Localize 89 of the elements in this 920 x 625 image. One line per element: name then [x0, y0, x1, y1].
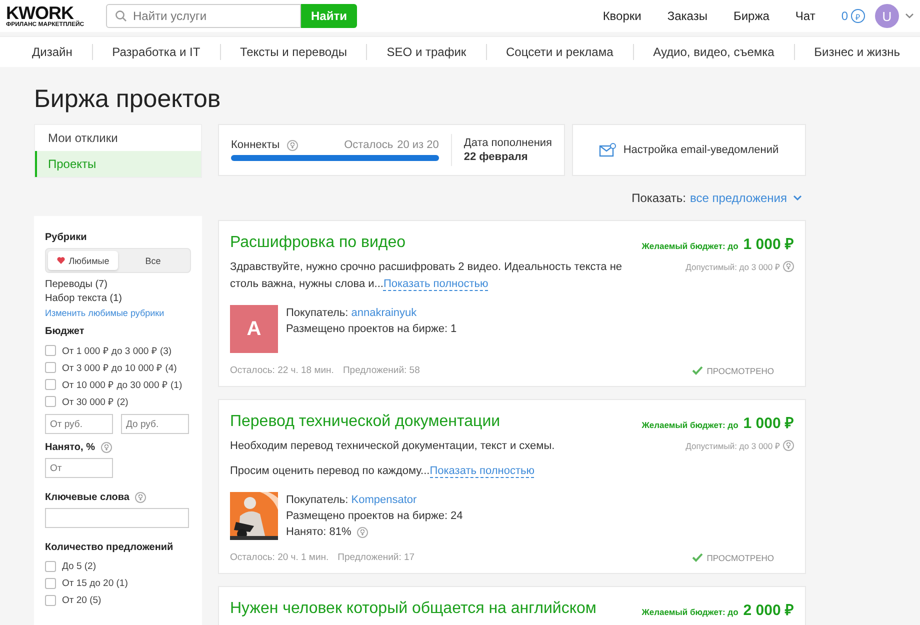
heart-icon — [56, 257, 65, 264]
budget-label: Желаемый бюджет: до — [642, 241, 738, 251]
show-more-link[interactable]: Показать полностью — [383, 278, 488, 291]
category-link[interactable]: Разработка и IT — [112, 45, 200, 59]
checkbox-label: До 5 (2) — [62, 561, 96, 572]
input-field[interactable]: До руб. — [121, 414, 189, 434]
show-more-link[interactable]: Показать полностью — [430, 465, 534, 478]
budget-value: 1 000 ₽ — [743, 414, 794, 432]
checkbox[interactable] — [45, 595, 56, 606]
buyer-link[interactable]: annakrainyuk — [351, 307, 417, 319]
search-icon — [115, 10, 127, 22]
category-link[interactable]: Дизайн — [32, 45, 72, 59]
checkbox-label: От 1 000 ₽ до 3 000 ₽ (3) — [62, 345, 172, 357]
input-field[interactable]: От — [45, 458, 113, 478]
time-left: Осталось: 20 ч. 1 мин. — [230, 552, 329, 563]
help-icon[interactable] — [100, 442, 112, 453]
filter-title: Нанято, % — [45, 442, 95, 453]
refill-label: Дата пополнения — [464, 137, 552, 149]
page-title: Биржа проектов — [34, 84, 222, 115]
input-field[interactable]: От руб. — [45, 414, 113, 434]
email-settings-link[interactable]: Настройка email-уведомлений — [572, 124, 806, 176]
budget-label: Желаемый бюджет: до — [642, 420, 738, 430]
logo[interactable]: KWORK — [6, 4, 98, 22]
checkbox-label: От 10 000 ₽ до 30 000 ₽ (1) — [62, 379, 182, 391]
offers-count: Предложений: 58 — [342, 365, 420, 376]
edit-rubrics-link[interactable]: Изменить любимые рубрики — [45, 308, 191, 318]
checkbox-label: От 3 000 ₽ до 10 000 ₽ (4) — [62, 362, 177, 374]
viewed-status: ПРОСМОТРЕНО — [706, 366, 774, 376]
category-link[interactable]: Тексты и переводы — [240, 45, 347, 59]
help-icon[interactable] — [783, 260, 794, 272]
nav-link[interactable]: Биржа — [733, 9, 770, 23]
checkbox[interactable] — [45, 578, 56, 589]
help-icon[interactable] — [135, 492, 146, 503]
offers-count: Предложений: 17 — [338, 552, 415, 563]
help-icon[interactable] — [286, 140, 298, 150]
projects-posted: Размещено проектов на бирже: 1 — [286, 322, 457, 337]
refill-date: 22 февраля — [464, 151, 529, 163]
filter-title: Ключевые слова — [45, 492, 130, 503]
buyer-label: Покупатель: — [286, 307, 348, 319]
filter-title: Бюджет — [45, 326, 86, 337]
project-description: Просим оценить перевод по каждому...Показать полностью — [230, 464, 536, 480]
project-description: Здравствуйте, нужно срочно расшифровать 2 видео. Идеальность текста не столь важна, нужны слова и...Показать полностью — [230, 260, 624, 293]
tab[interactable]: Мои отклики — [35, 125, 201, 151]
checkbox-label: От 30 000 ₽ (2) — [62, 396, 128, 408]
rubric-item[interactable]: Переводы (7) — [45, 279, 191, 290]
budget-value: 1 000 ₽ — [743, 235, 794, 253]
toggle-option[interactable]: Все — [118, 251, 188, 270]
hired-rate: Нанято: 81% — [286, 525, 352, 540]
show-label: Показать: — [632, 191, 686, 205]
category-link[interactable]: Соцсети и реклама — [506, 45, 614, 59]
input-field[interactable] — [45, 508, 189, 528]
remaining-label: Осталось — [344, 139, 394, 151]
allowed-budget: Допустимый: до 3 000 ₽ — [686, 440, 780, 450]
checkbox-label: От 15 до 20 (1) — [62, 578, 128, 589]
checkbox[interactable] — [45, 561, 56, 572]
connects-label: Коннекты — [231, 139, 280, 151]
project-description: Необходим перевод технической документации, текст и схемы. — [230, 439, 556, 454]
checkbox[interactable] — [45, 396, 56, 407]
checkbox[interactable] — [45, 345, 56, 356]
chevron-icon — [793, 195, 802, 201]
time-left: Осталось: 22 ч. 18 мин. — [230, 365, 334, 376]
help-icon[interactable] — [357, 526, 368, 538]
filter-title: Рубрики — [45, 232, 88, 243]
nav-link[interactable]: Кворки — [602, 9, 642, 23]
filter-title: Количество предложений — [45, 542, 174, 553]
category-link[interactable]: Аудио, видео, съемка — [653, 45, 774, 59]
category-link[interactable]: Бизнес и жизнь — [814, 45, 900, 59]
checkbox[interactable] — [45, 379, 56, 390]
nav-link[interactable]: Заказы — [667, 9, 708, 23]
budget-label: Желаемый бюджет: до — [642, 607, 738, 617]
balance[interactable]: 0 — [841, 9, 848, 23]
remaining-count: 20 из 20 — [397, 139, 439, 151]
envelope-icon — [599, 143, 618, 157]
chevron-icon[interactable] — [905, 13, 914, 19]
help-icon[interactable] — [783, 440, 794, 450]
checkbox-label: От 20 (5) — [62, 595, 102, 606]
checkbox[interactable] — [45, 362, 56, 373]
projects-posted: Размещено проектов на бирже: 24 — [286, 509, 463, 524]
buyer-link[interactable]: Kompensator — [351, 494, 417, 506]
currency-icon: ₽ — [851, 9, 865, 23]
category-link[interactable]: SEO и трафик — [386, 45, 466, 59]
toggle-option[interactable]: Любимые — [48, 251, 118, 270]
budget-value: 2 000 ₽ — [743, 601, 794, 619]
nav-link[interactable]: Чат — [795, 9, 816, 23]
buyer-label: Покупатель: — [286, 494, 348, 506]
allowed-budget: Допустимый: до 3 000 ₽ — [686, 260, 780, 272]
search-field[interactable]: Найти услуги — [106, 4, 301, 28]
viewed-status: ПРОСМОТРЕНО — [706, 552, 774, 562]
rubric-item[interactable]: Набор текста (1) — [45, 293, 191, 304]
